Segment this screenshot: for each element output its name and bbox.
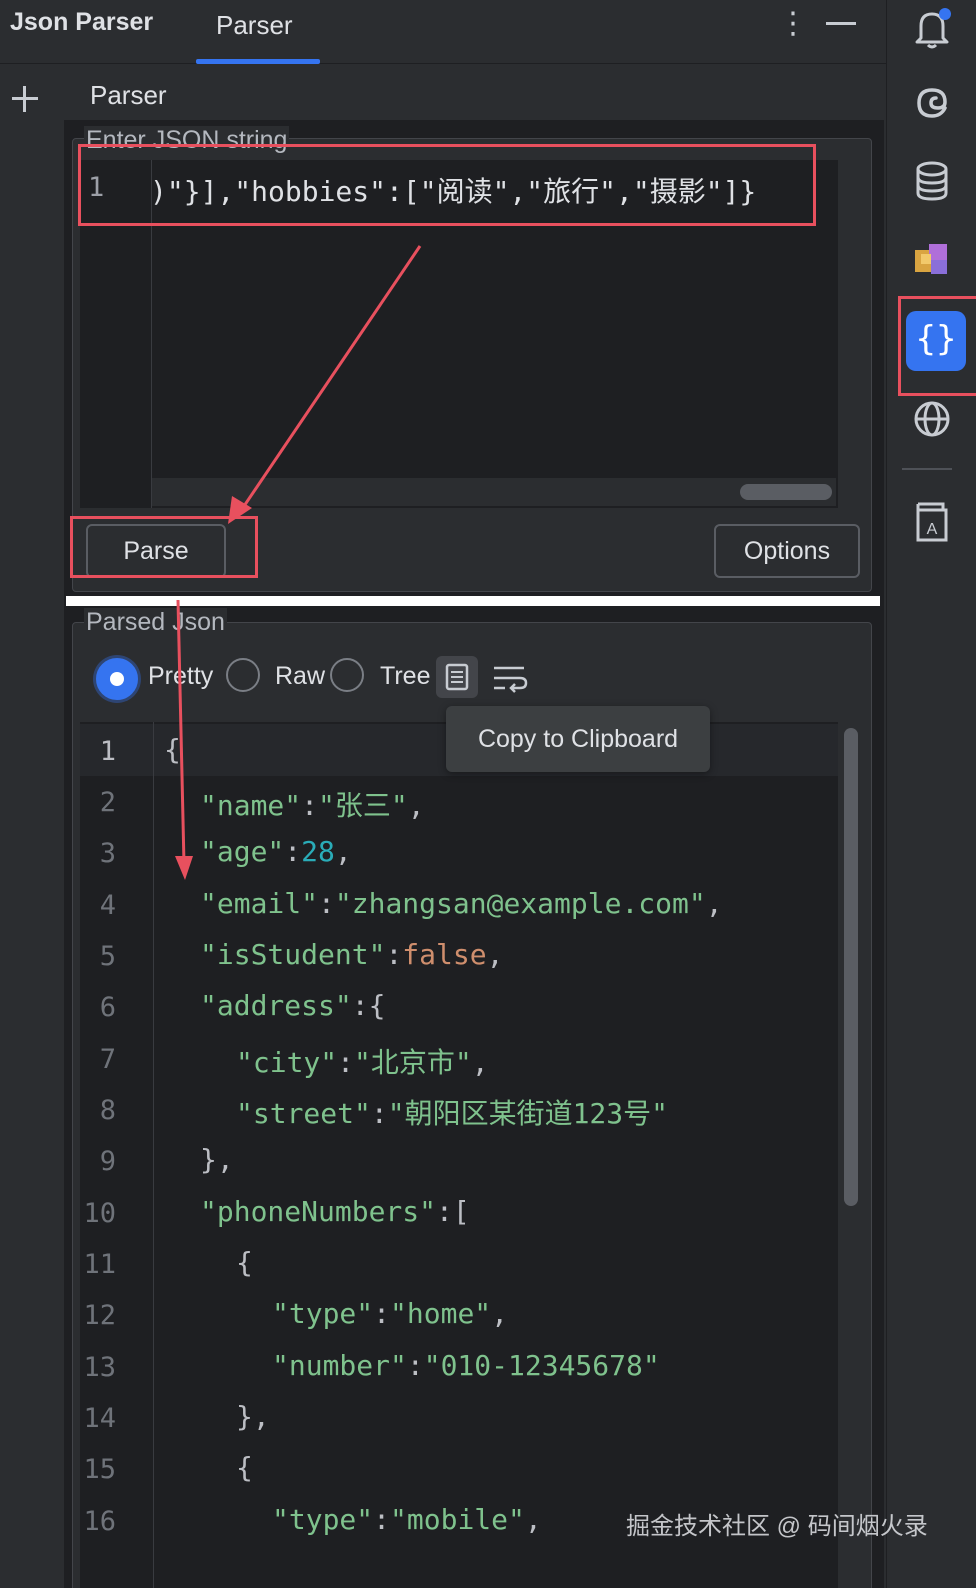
code-line: },: [200, 1143, 234, 1176]
right-tool-bar: A: [886, 0, 976, 1588]
plugin-icon[interactable]: [907, 234, 957, 284]
code-line: "name":"张三",: [200, 789, 425, 822]
line-number: 3: [99, 838, 116, 869]
line-number: 9: [99, 1146, 116, 1177]
app-title: Json Parser: [10, 8, 154, 36]
radio-pretty[interactable]: [96, 658, 138, 700]
code-line: {: [236, 1246, 253, 1279]
code-line: },: [236, 1400, 270, 1433]
line-number: 8: [99, 1095, 116, 1126]
line-number: 1: [99, 736, 116, 767]
code-line: "number":"010-12345678": [272, 1349, 660, 1382]
line-number: 13: [83, 1352, 116, 1383]
web-icon[interactable]: [907, 394, 957, 444]
tab-parser[interactable]: Parser: [196, 0, 320, 64]
line-number: 5: [99, 941, 116, 972]
content-tab-title: Parser: [90, 80, 167, 110]
code-line: "type":"mobile",: [272, 1503, 542, 1536]
minimize-icon[interactable]: [826, 22, 856, 25]
code-line: {: [164, 733, 181, 766]
copy-tooltip: Copy to Clipboard: [446, 706, 710, 772]
radio-tree-label[interactable]: Tree: [380, 662, 430, 691]
database-icon[interactable]: [907, 156, 957, 206]
watermark: 掘金技术社区 @ 码间烟火录: [626, 1513, 928, 1540]
splitter[interactable]: [66, 596, 880, 606]
line-number: 10: [83, 1198, 116, 1229]
plus-icon[interactable]: [10, 84, 40, 114]
output-legend: Parsed Json: [84, 608, 227, 637]
more-vertical-icon[interactable]: ⋮: [778, 6, 808, 46]
code-line: "address":{: [200, 989, 386, 1022]
line-number: 2: [99, 787, 116, 818]
ai-assistant-icon[interactable]: [907, 78, 957, 128]
json-output-editor[interactable]: [80, 722, 838, 1588]
horizontal-scrollbar-track: [152, 478, 836, 506]
code-line: "type":"home",: [272, 1297, 509, 1330]
code-line: "phoneNumbers":[: [200, 1195, 470, 1228]
translate-icon[interactable]: A: [907, 496, 957, 546]
line-number: 6: [99, 992, 116, 1023]
code-line: "age":28,: [200, 835, 352, 868]
soft-wrap-icon[interactable]: [490, 658, 530, 698]
copy-icon[interactable]: [436, 656, 478, 698]
svg-text:A: A: [927, 521, 938, 538]
annotation-box-input: [78, 144, 816, 226]
tab-active-indicator: [196, 59, 320, 64]
vertical-scrollbar[interactable]: [844, 728, 858, 1206]
sidebar-divider: [902, 468, 952, 470]
code-line: "street":"朝阳区某街道123号": [236, 1097, 669, 1130]
options-button[interactable]: Options: [714, 524, 860, 578]
line-number: 11: [83, 1249, 116, 1280]
line-number: 15: [83, 1454, 116, 1485]
code-line: "email":"zhangsan@example.com",: [200, 887, 723, 920]
line-number: 7: [99, 1044, 116, 1075]
json-parser-icon[interactable]: {}: [906, 311, 966, 371]
code-line: {: [236, 1451, 253, 1484]
code-line: "city":"北京市",: [236, 1046, 489, 1079]
radio-raw-label[interactable]: Raw: [275, 662, 325, 691]
line-number: 16: [83, 1506, 116, 1537]
line-number: 4: [99, 890, 116, 921]
line-number: 14: [83, 1403, 116, 1434]
radio-pretty-label[interactable]: Pretty: [148, 662, 213, 691]
tab-label: Parser: [216, 10, 293, 40]
radio-raw[interactable]: [226, 658, 260, 692]
line-number: 12: [83, 1300, 116, 1331]
horizontal-scrollbar[interactable]: [740, 484, 832, 500]
annotation-box-parse: [70, 516, 258, 578]
code-line: "isStudent":false,: [200, 938, 504, 971]
notifications-icon[interactable]: [907, 4, 957, 54]
radio-tree[interactable]: [330, 658, 364, 692]
radio-selected-dot: [110, 672, 124, 686]
